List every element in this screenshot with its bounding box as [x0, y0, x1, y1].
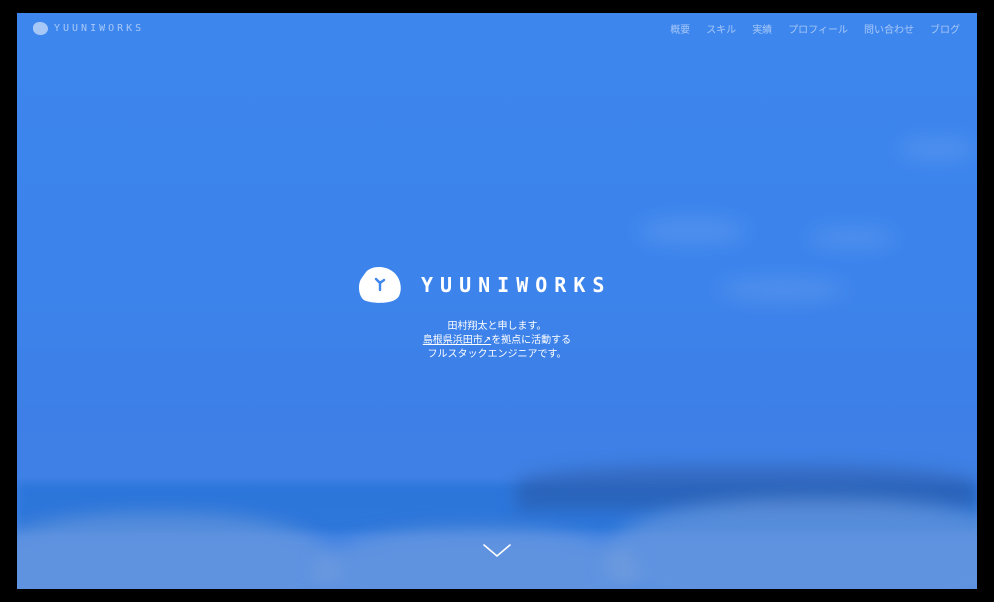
nav-item-works[interactable]: 実績: [752, 21, 772, 36]
intro-line-2: 島根県浜田市↗を拠点に活動する: [297, 334, 697, 348]
intro-line-3: フルスタックエンジニアです。: [427, 349, 567, 360]
location-link[interactable]: 島根県浜田市↗: [423, 335, 491, 346]
nav-item-skills[interactable]: スキル: [706, 21, 736, 36]
hero-intro: 田村翔太と申します。 島根県浜田市↗を拠点に活動する フルスタックエンジニアです…: [297, 320, 697, 362]
header-brand[interactable]: YUUNIWORKS: [33, 22, 144, 35]
brand-name: YUUNIWORKS: [54, 23, 145, 34]
scroll-down-button[interactable]: [482, 543, 512, 563]
intro-line-1: 田村翔太と申します。: [447, 321, 547, 332]
location-link-text: 島根県浜田市: [422, 335, 483, 346]
external-link-icon: ↗: [482, 335, 492, 346]
nav-item-contact[interactable]: 問い合わせ: [864, 21, 914, 36]
chevron-down-icon: [483, 544, 511, 558]
nav-item-overview[interactable]: 概要: [670, 21, 690, 36]
intro-line-2-rest: を拠点に活動する: [491, 335, 572, 346]
background-cloud: [637, 218, 747, 244]
background-foreground: [317, 528, 637, 589]
background-cloud: [807, 228, 897, 248]
brand-logo-icon: [33, 22, 48, 35]
background-cloud: [897, 138, 977, 160]
hero-logo: YUUNIWORKS: [358, 266, 611, 304]
nav-item-profile[interactable]: プロフィール: [788, 21, 848, 36]
hero-section: YUUNIWORKS 概要 スキル 実績 プロフィール 問い合わせ ブログ YU…: [17, 13, 977, 589]
nav-item-blog[interactable]: ブログ: [930, 21, 960, 36]
background-cloud: [717, 278, 847, 302]
rounded-pebble-logo-icon: [358, 267, 401, 303]
hero-logo-text: YUUNIWORKS: [421, 273, 612, 297]
main-nav: 概要 スキル 実績 プロフィール 問い合わせ ブログ: [670, 21, 960, 36]
